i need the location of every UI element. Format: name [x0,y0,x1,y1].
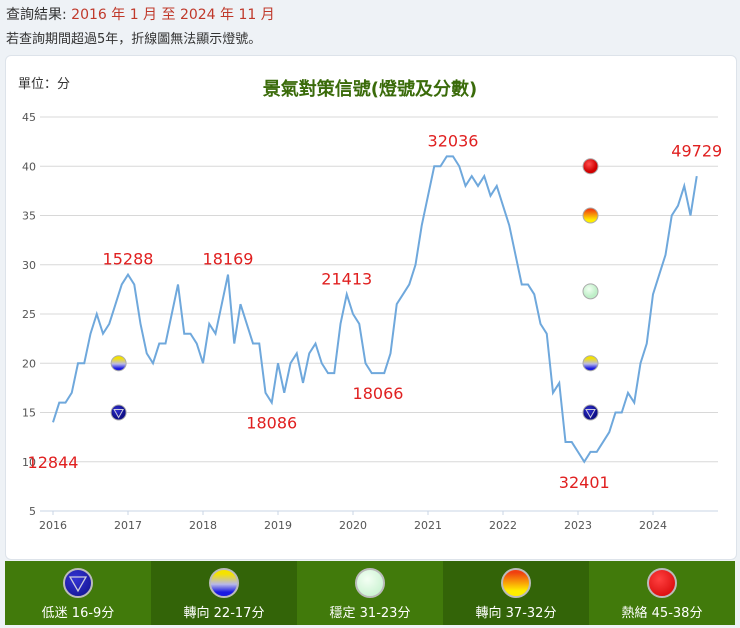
yellow-blue-signal-icon [209,568,239,598]
unit-label: 單位：分 [18,77,70,92]
green-signal-marker [582,283,599,300]
data-label: 12844 [28,453,79,472]
yellow-blue-signal-marker [582,355,599,372]
green-signal-icon [355,568,385,598]
x-tick-label: 2022 [489,519,517,532]
legend-label: 轉向 22-17分 [183,606,265,621]
y-tick-label: 25 [22,308,36,321]
y-tick-label: 40 [22,160,36,173]
y-tick-label: 5 [29,505,36,518]
red-signal-marker [582,158,599,175]
yellow-red-signal-icon [501,568,531,598]
x-tick-label: 2020 [339,519,367,532]
red-signal-icon [647,568,677,598]
x-tick-label: 2021 [414,519,442,532]
x-tick-label: 2023 [564,519,592,532]
data-label: 15288 [103,250,154,269]
blue-signal-icon [63,568,93,598]
y-tick-label: 30 [22,259,36,272]
yellow-red-signal-marker [582,207,599,224]
x-tick-label: 2018 [189,519,217,532]
data-label: 18169 [203,250,254,269]
legend-item-red: 熱絡 45-38分 [589,561,735,625]
legend-label: 熱絡 45-38分 [621,606,703,621]
x-tick-label: 2016 [39,519,67,532]
x-tick-label: 2024 [639,519,667,532]
signal-legend: 低迷 16-9分 轉向 22-17分 穩定 31-23分 轉向 37-32分 熱… [5,561,735,625]
signal-chart: 單位：分 景氣對策信號(燈號及分數)510152025303540452016 20… [18,77,722,532]
legend-item-blue: 低迷 16-9分 [5,561,151,625]
down-triangle-icon [68,576,88,593]
data-label: 18066 [353,384,404,403]
data-label: 49729 [671,141,722,160]
yellow-blue-signal-marker [110,355,127,372]
data-label: 18086 [246,414,297,433]
legend-item-yellow-red: 轉向 37-32分 [443,561,589,625]
x-tick-label: 2017 [114,519,142,532]
chart-title: 景氣對策信號(燈號及分數) [263,78,477,100]
legend-label: 轉向 37-32分 [475,606,557,621]
legend-label: 穩定 31-23分 [329,606,411,621]
legend-label: 低迷 16-9分 [41,606,115,621]
data-label: 21413 [321,269,372,288]
x-tick-label: 2019 [264,519,292,532]
y-tick-label: 45 [22,111,36,124]
y-tick-label: 35 [22,210,36,223]
legend-item-green: 穩定 31-23分 [297,561,443,625]
legend-item-yellow-blue: 轉向 22-17分 [151,561,297,625]
data-label: 32036 [428,131,479,150]
y-tick-label: 20 [22,357,36,370]
data-label: 32401 [559,473,610,492]
y-tick-label: 15 [22,407,36,420]
series-line [52,155,698,464]
